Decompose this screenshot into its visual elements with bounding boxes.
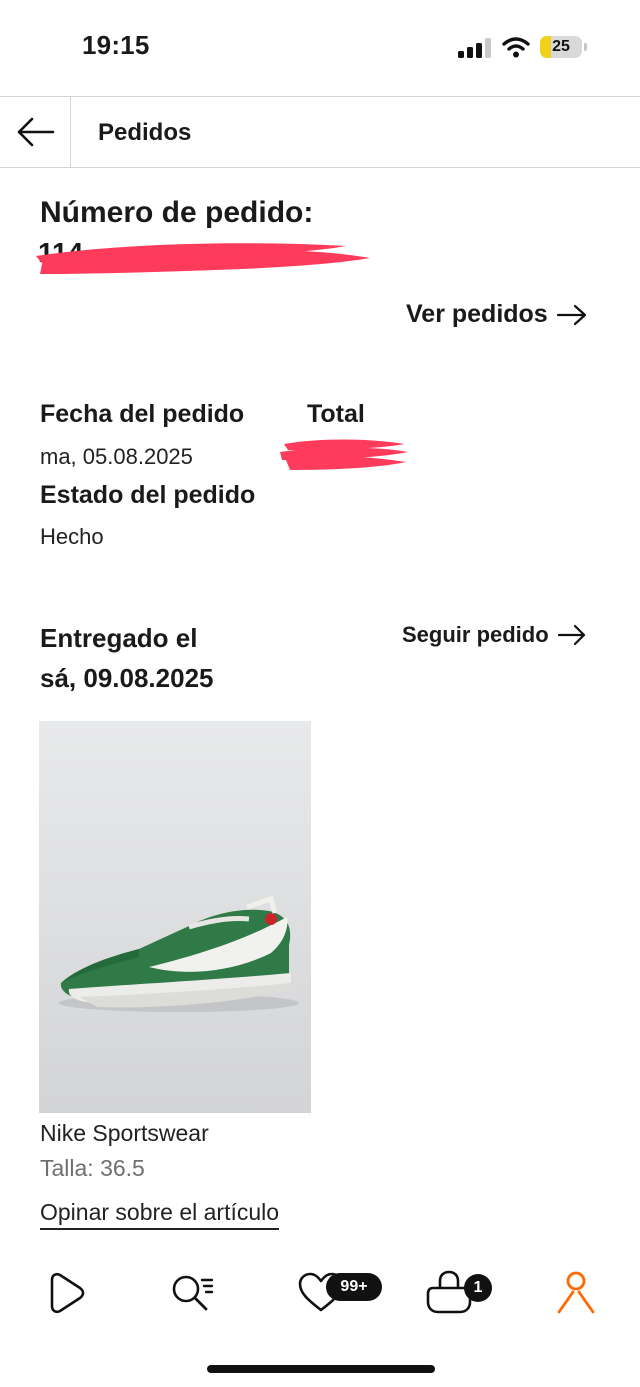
arrow-left-icon [17, 117, 55, 147]
order-status-value: Hecho [40, 524, 104, 549]
order-total-label: Total [307, 400, 365, 428]
track-order-label: Seguir pedido [402, 622, 549, 647]
app-header: Pedidos [0, 96, 640, 168]
signal-icon [458, 38, 491, 58]
nav-home[interactable] [42, 1268, 92, 1318]
wifi-icon [502, 37, 530, 58]
profile-icon [557, 1271, 595, 1314]
back-button[interactable] [0, 97, 71, 167]
order-date-value: ma, 05.08.2025 [40, 444, 193, 469]
order-date-label: Fecha del pedido [40, 400, 245, 428]
see-orders-link[interactable]: Ver pedidos [406, 300, 588, 329]
search-icon [172, 1275, 214, 1311]
track-order-link[interactable]: Seguir pedido [402, 622, 587, 648]
battery-level-text: 25 [552, 38, 570, 55]
battery-indicator: 25 [540, 36, 588, 60]
play-home-icon [50, 1272, 85, 1314]
arrow-right-icon [556, 304, 586, 325]
arrow-right-icon [557, 624, 585, 646]
redaction-mark: 114 [36, 237, 370, 274]
product-brand: Nike Sportswear [40, 1120, 209, 1146]
delivery-info: Entregado el sá, 09.08.2025 [40, 618, 214, 698]
nav-profile[interactable] [551, 1268, 601, 1318]
page-title: Pedidos [98, 119, 192, 146]
order-status-label: Estado del pedido [40, 481, 256, 509]
home-indicator [207, 1365, 435, 1373]
nav-search[interactable] [168, 1268, 218, 1318]
delivery-date: sá, 09.08.2025 [40, 663, 214, 693]
status-time: 19:15 [82, 30, 150, 60]
total-redaction-mark [280, 439, 408, 470]
review-item-link[interactable]: Opinar sobre el artículo [40, 1199, 280, 1230]
product-image[interactable] [39, 721, 311, 1113]
order-number-label: Número de pedido: [40, 196, 314, 229]
see-orders-label: Ver pedidos [406, 300, 548, 328]
delivery-label: Entregado el [40, 623, 198, 653]
bag-badge: 1 [464, 1274, 492, 1302]
product-size: Talla: 36.5 [40, 1155, 145, 1181]
wishlist-badge: 99+ [326, 1273, 382, 1301]
